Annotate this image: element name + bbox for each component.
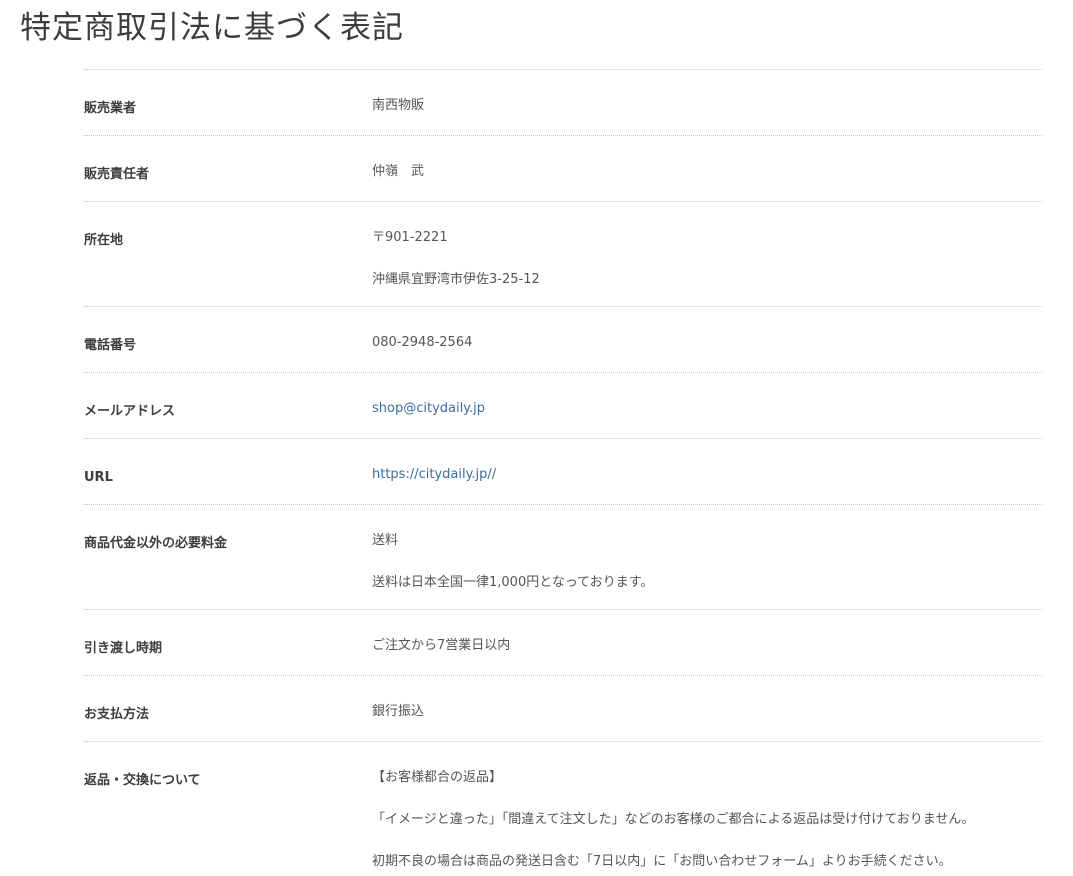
row-label: 販売業者	[84, 101, 137, 116]
fee-detail: 送料は日本全国一律1,000円となっております。	[372, 575, 654, 590]
row-label: 引き渡し時期	[84, 641, 163, 656]
fee-title: 送料	[372, 533, 399, 548]
row-seller: 販売業者 南西物販	[84, 70, 1042, 136]
row-value: 南西物販	[372, 94, 1042, 121]
address-line: 沖縄県宜野湾市伊佐3-25-12	[372, 272, 540, 287]
row-payment: お支払方法 銀行振込	[84, 676, 1042, 742]
row-url: URL https://citydaily.jp//	[84, 439, 1042, 505]
returns-policy: 「イメージと違った」「間違えて注文した」などのお客様のご都合による返品は受け付け…	[372, 812, 975, 827]
phone-number: 080-2948-2564	[372, 335, 473, 350]
row-value: 【お客様都合の返品】 「イメージと違った」「間違えて注文した」などのお客様のご都…	[372, 766, 1042, 874]
row-value: 銀行振込	[372, 700, 1042, 727]
row-phone: 電話番号 080-2948-2564	[84, 307, 1042, 373]
row-label: 返品・交換について	[84, 773, 201, 788]
row-value: 080-2948-2564	[372, 331, 1042, 358]
row-value: ご注文から7営業日以内	[372, 634, 1042, 661]
row-value: https://citydaily.jp//	[372, 463, 1042, 490]
row-address: 所在地 〒901-2221 沖縄県宜野湾市伊佐3-25-12	[84, 202, 1042, 307]
defect-policy: 初期不良の場合は商品の発送日含む「7日以内」に「お問い合わせフォーム」よりお手続…	[372, 854, 952, 869]
delivery-time: ご注文から7営業日以内	[372, 638, 511, 653]
row-label: 商品代金以外の必要料金	[84, 536, 228, 551]
returns-heading: 【お客様都合の返品】	[372, 770, 503, 785]
row-label: URL	[84, 470, 113, 485]
postal-code: 〒901-2221	[372, 230, 448, 245]
row-label: 販売責任者	[84, 167, 150, 182]
row-value: 〒901-2221 沖縄県宜野湾市伊佐3-25-12	[372, 226, 1042, 292]
row-delivery: 引き渡し時期 ご注文から7営業日以内	[84, 610, 1042, 676]
row-label: お支払方法	[84, 707, 150, 722]
page-title: 特定商取引法に基づく表記	[20, 10, 404, 46]
row-label: 所在地	[84, 233, 124, 248]
row-label: 電話番号	[84, 338, 137, 353]
info-table: 販売業者 南西物販 販売責任者 仲嶺 武 所在地 〒901-2221 沖縄県宜野…	[84, 69, 1042, 876]
row-extra-fees: 商品代金以外の必要料金 送料 送料は日本全国一律1,000円となっております。	[84, 505, 1042, 610]
row-email: メールアドレス shop@citydaily.jp	[84, 373, 1042, 439]
website-link[interactable]: https://citydaily.jp//	[372, 467, 496, 482]
email-link[interactable]: shop@citydaily.jp	[372, 401, 485, 416]
manager-name: 仲嶺 武	[372, 164, 425, 179]
row-value: 送料 送料は日本全国一律1,000円となっております。	[372, 529, 1042, 595]
payment-method: 銀行振込	[372, 704, 425, 719]
page: 特定商取引法に基づく表記 販売業者 南西物販 販売責任者 仲嶺 武 所在地 〒9…	[0, 0, 1073, 876]
seller-name: 南西物販	[372, 98, 425, 113]
row-value: 仲嶺 武	[372, 160, 1042, 187]
row-manager: 販売責任者 仲嶺 武	[84, 136, 1042, 202]
row-label: メールアドレス	[84, 404, 176, 419]
row-value: shop@citydaily.jp	[372, 397, 1042, 424]
row-returns: 返品・交換について 【お客様都合の返品】 「イメージと違った」「間違えて注文した…	[84, 742, 1042, 876]
